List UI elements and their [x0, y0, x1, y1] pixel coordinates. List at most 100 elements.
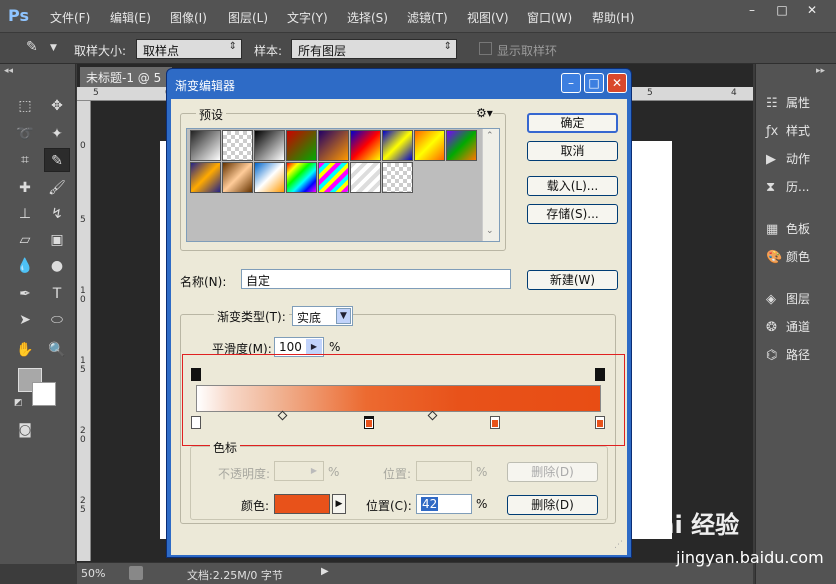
- eraser-tool-icon[interactable]: ▱: [12, 228, 38, 252]
- blur-tool-icon[interactable]: 💧: [12, 254, 38, 278]
- gradient-preview-bar[interactable]: [196, 385, 601, 412]
- document-tab[interactable]: 未标题-1 @ 5: [80, 67, 172, 87]
- menu-type[interactable]: 文字(Y): [287, 9, 328, 26]
- delete-color-stop-button[interactable]: 删除(D): [507, 495, 598, 515]
- menu-help[interactable]: 帮助(H): [592, 9, 634, 26]
- color-stop-orange[interactable]: [490, 416, 500, 429]
- load-button[interactable]: 载入(L)...: [527, 176, 618, 196]
- ellipse-tool-icon[interactable]: ⬭: [44, 308, 70, 332]
- menu-layer[interactable]: 图层(L): [228, 9, 268, 26]
- zoom-level[interactable]: 50%: [81, 567, 105, 580]
- move-tool-icon[interactable]: ✥: [44, 94, 70, 118]
- chevron-down-icon[interactable]: ▼: [336, 308, 351, 324]
- position-input[interactable]: 42: [416, 494, 472, 514]
- play-arrow-icon[interactable]: ▶: [321, 566, 329, 577]
- dialog-close-button[interactable]: ✕: [607, 73, 627, 93]
- sample-size-select[interactable]: 取样点 ⇕: [136, 39, 242, 59]
- scroll-down-icon[interactable]: ⌄: [486, 226, 494, 236]
- chevron-right-icon[interactable]: ▶: [306, 339, 322, 355]
- dialog-maximize-button[interactable]: □: [584, 73, 604, 93]
- preset-swatch[interactable]: [446, 130, 477, 161]
- preset-swatch[interactable]: [254, 162, 285, 193]
- preset-swatch[interactable]: [254, 130, 285, 161]
- lasso-tool-icon[interactable]: ➰: [12, 122, 38, 146]
- pen-tool-icon[interactable]: ✒: [12, 282, 38, 306]
- background-color-swatch[interactable]: [32, 382, 56, 406]
- expand-icon[interactable]: ▸▸: [816, 66, 825, 76]
- app-minimize-button[interactable]: –: [740, 0, 764, 20]
- magic-wand-tool-icon[interactable]: ✦: [44, 122, 70, 146]
- ok-button[interactable]: 确定: [527, 113, 618, 133]
- menu-select[interactable]: 选择(S): [347, 9, 388, 26]
- preset-swatch[interactable]: [286, 130, 317, 161]
- new-button[interactable]: 新建(W): [527, 270, 618, 290]
- panel-actions[interactable]: ▶ 动作: [766, 150, 810, 176]
- panel-color[interactable]: 🎨 颜色: [766, 248, 810, 274]
- menu-file[interactable]: 文件(F): [50, 9, 90, 26]
- color-stop-white[interactable]: [191, 416, 201, 429]
- opacity-stop-left[interactable]: [191, 368, 201, 381]
- preset-swatch[interactable]: [382, 162, 413, 193]
- app-close-button[interactable]: ✕: [800, 0, 824, 20]
- dodge-tool-icon[interactable]: ●: [44, 254, 70, 278]
- save-button[interactable]: 存储(S)...: [527, 204, 618, 224]
- presets-scrollbar[interactable]: ⌃ ⌄: [482, 129, 499, 241]
- panel-layers[interactable]: ◈ 图层: [766, 290, 810, 316]
- hand-tool-icon[interactable]: ✋: [12, 338, 38, 362]
- panel-history[interactable]: ⧗ 历...: [766, 178, 809, 204]
- marquee-tool-icon[interactable]: ⬚: [12, 94, 38, 118]
- panel-swatches[interactable]: ▦ 色板: [766, 220, 810, 246]
- dialog-minimize-button[interactable]: –: [561, 73, 581, 93]
- gradient-tool-icon[interactable]: ▣: [44, 228, 70, 252]
- preset-swatch[interactable]: [286, 162, 317, 193]
- preset-swatch[interactable]: [190, 162, 221, 193]
- eyedropper-icon[interactable]: ✎: [26, 39, 38, 55]
- chevron-down-icon[interactable]: ▼: [50, 43, 57, 53]
- stop-color-swatch[interactable]: [274, 494, 330, 514]
- menu-image[interactable]: 图像(I): [170, 9, 207, 26]
- menu-view[interactable]: 视图(V): [467, 9, 509, 26]
- color-menu-arrow-icon[interactable]: ▶: [332, 494, 346, 514]
- path-select-tool-icon[interactable]: ➤: [12, 308, 38, 332]
- preset-swatch[interactable]: [222, 130, 253, 161]
- preset-swatch[interactable]: [350, 162, 381, 193]
- resize-grip-icon[interactable]: ⋰: [614, 540, 623, 550]
- status-icon[interactable]: [129, 566, 143, 580]
- menu-edit[interactable]: 编辑(E): [110, 9, 151, 26]
- name-input[interactable]: 自定: [241, 269, 511, 289]
- history-brush-icon[interactable]: ↯: [44, 202, 70, 226]
- brush-tool-icon[interactable]: 🖌: [44, 176, 70, 200]
- preset-swatch[interactable]: [190, 130, 221, 161]
- zoom-tool-icon[interactable]: 🔍: [44, 338, 70, 362]
- preset-swatch[interactable]: [382, 130, 413, 161]
- panel-channels[interactable]: ❂ 通道: [766, 318, 810, 344]
- gradient-type-select[interactable]: 实底 ▼: [292, 306, 353, 326]
- crop-tool-icon[interactable]: ⌗: [12, 148, 38, 172]
- preset-swatch[interactable]: [318, 130, 349, 161]
- stamp-tool-icon[interactable]: ⊥: [12, 202, 38, 226]
- default-colors-icon[interactable]: ◩: [14, 398, 23, 408]
- menu-window[interactable]: 窗口(W): [527, 9, 572, 26]
- opacity-stop-right[interactable]: [595, 368, 605, 381]
- color-stop-orange-end[interactable]: [595, 416, 605, 429]
- type-tool-icon[interactable]: T: [44, 282, 70, 306]
- healing-tool-icon[interactable]: ✚: [12, 176, 38, 200]
- app-restore-button[interactable]: □: [770, 0, 794, 20]
- panel-paths[interactable]: ⌬ 路径: [766, 346, 810, 372]
- cancel-button[interactable]: 取消: [527, 141, 618, 161]
- preset-swatch[interactable]: [350, 130, 381, 161]
- collapse-icon[interactable]: ◂◂: [4, 66, 13, 76]
- eyedropper-tool-icon[interactable]: ✎: [44, 148, 70, 172]
- sample-select[interactable]: 所有图层 ⇕: [291, 39, 457, 59]
- color-stop-selected[interactable]: [364, 416, 374, 429]
- preset-swatch[interactable]: [414, 130, 445, 161]
- menu-filter[interactable]: 滤镜(T): [407, 9, 448, 26]
- panel-properties[interactable]: ☷ 属性: [766, 94, 810, 120]
- scroll-up-icon[interactable]: ⌃: [486, 131, 494, 141]
- preset-swatch[interactable]: [222, 162, 253, 193]
- preset-swatch[interactable]: [318, 162, 349, 193]
- gear-icon[interactable]: ⚙▾: [476, 106, 493, 120]
- quick-mask-icon[interactable]: ◙: [12, 418, 38, 442]
- show-ring-checkbox[interactable]: [479, 42, 492, 55]
- panel-styles[interactable]: ƒx 样式: [766, 122, 810, 148]
